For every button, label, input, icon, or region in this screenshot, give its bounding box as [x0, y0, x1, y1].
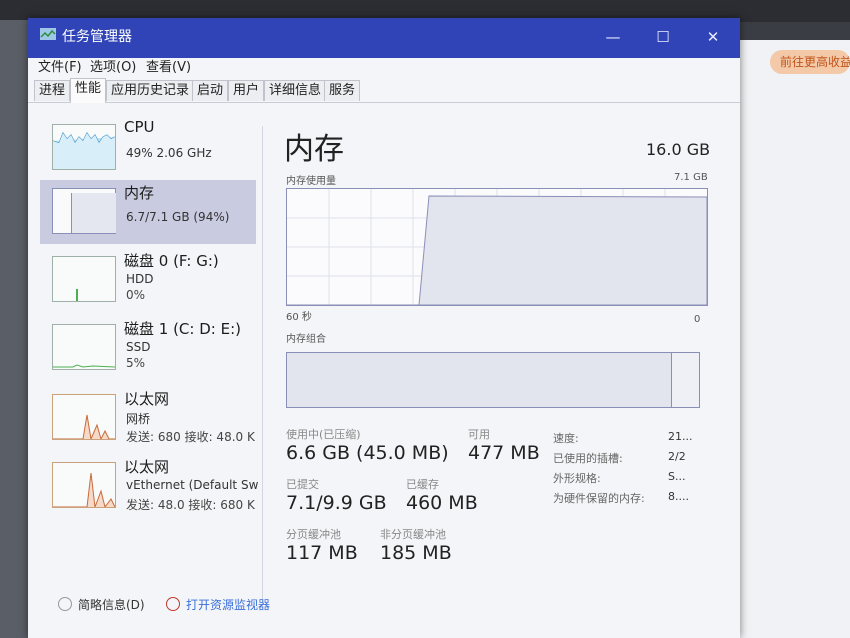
- sidebar-item-label: 以太网: [124, 390, 170, 408]
- background-app-panel: [730, 40, 850, 638]
- disk0-thumbnail-graph: [52, 256, 116, 302]
- sidebar-item-disk1[interactable]: 磁盘 1 (C: D: E:) SSD 5%: [40, 316, 256, 380]
- ethernet-thumbnail-graph: [52, 462, 116, 508]
- total-memory: 16.0 GB: [646, 140, 711, 159]
- slots-used-value: 2/2: [668, 450, 686, 463]
- paged-pool-label: 分页缓冲池: [286, 528, 341, 541]
- tab-users[interactable]: 用户: [228, 80, 265, 101]
- in-use-label: 使用中(已压缩): [286, 428, 361, 441]
- sidebar-item-sub: HDD: [126, 272, 154, 286]
- memory-thumbnail-graph: [52, 188, 116, 234]
- sidebar-item-memory[interactable]: 内存 6.7/7.1 GB (94%): [40, 180, 256, 244]
- nonpaged-pool-label: 非分页缓冲池: [380, 528, 446, 541]
- sidebar-item-sub2: 5%: [126, 356, 146, 370]
- sidebar-item-cpu[interactable]: CPU 49% 2.06 GHz: [40, 116, 256, 180]
- tab-services[interactable]: 服务: [324, 80, 361, 101]
- minimize-button[interactable]: —: [590, 22, 636, 52]
- nonpaged-pool-value: 185 MB: [380, 542, 452, 564]
- committed-label: 已提交: [286, 478, 319, 491]
- sidebar-item-sub: SSD: [126, 340, 151, 354]
- sidebar-item-ethernet-bridge[interactable]: 以太网 网桥 发送: 680 接收: 48.0 K: [40, 386, 256, 450]
- sidebar-item-sub: 49% 2.06 GHz: [126, 146, 212, 160]
- title-bar[interactable]: 任务管理器 — ☐ ✕: [28, 18, 740, 58]
- in-use-value: 6.6 GB (45.0 MB): [286, 442, 449, 464]
- sidebar-item-sub: 6.7/7.1 GB (94%): [126, 210, 230, 224]
- axis-right-label: 0: [694, 314, 701, 325]
- tab-performance[interactable]: 性能: [70, 78, 107, 103]
- open-resource-monitor-label: 打开资源监视器: [186, 598, 271, 612]
- sidebar-item-sub2: 0%: [126, 288, 146, 302]
- chevron-up-icon: [58, 597, 72, 611]
- fewer-details-button[interactable]: 简略信息(D): [58, 596, 145, 613]
- resource-monitor-icon: [166, 597, 180, 611]
- tab-bar: 进程 性能 应用历史记录 启动 用户 详细信息 服务: [28, 78, 740, 103]
- menu-options[interactable]: 选项(O): [90, 56, 136, 75]
- hardware-reserved-label: 为硬件保留的内存:: [553, 492, 645, 505]
- disk1-thumbnail-graph: [52, 324, 116, 370]
- axis-left-label: 60 秒: [286, 312, 312, 323]
- sidebar-item-disk0[interactable]: 磁盘 0 (F: G:) HDD 0%: [40, 248, 256, 312]
- tab-processes[interactable]: 进程: [34, 80, 71, 101]
- sidebar-item-label: 以太网: [124, 458, 170, 476]
- task-manager-window: 任务管理器 — ☐ ✕ 文件(F) 选项(O) 查看(V) 进程 性能 应用历史…: [28, 18, 740, 638]
- available-value: 477 MB: [468, 442, 540, 464]
- background-promo-button[interactable]: 前往更高收益: [770, 50, 850, 74]
- composition-label: 内存组合: [286, 334, 326, 345]
- slots-used-label: 已使用的插槽:: [553, 452, 623, 465]
- ethernet-thumbnail-graph: [52, 394, 116, 440]
- menu-bar: 文件(F) 选项(O) 查看(V): [28, 58, 740, 78]
- form-factor-value: S...: [668, 470, 686, 483]
- task-manager-app-icon: [40, 28, 56, 40]
- sidebar-item-label: 磁盘 1 (C: D: E:): [124, 320, 241, 338]
- sidebar-item-sub: 网桥: [126, 412, 151, 426]
- page-title: 内存: [284, 132, 344, 167]
- menu-file[interactable]: 文件(F): [38, 56, 82, 75]
- composition-in-use-segment: [287, 353, 672, 407]
- sidebar-item-sub2: 发送: 680 接收: 48.0 K: [126, 430, 255, 444]
- maximize-button[interactable]: ☐: [640, 22, 686, 52]
- committed-value: 7.1/9.9 GB: [286, 492, 387, 514]
- close-button[interactable]: ✕: [690, 22, 736, 52]
- tab-startup[interactable]: 启动: [192, 80, 229, 101]
- paged-pool-value: 117 MB: [286, 542, 358, 564]
- tab-app-history[interactable]: 应用历史记录: [106, 80, 195, 101]
- open-resource-monitor-link[interactable]: 打开资源监视器: [166, 596, 270, 613]
- available-label: 可用: [468, 428, 490, 441]
- usage-graph-max: 7.1 GB: [674, 172, 708, 183]
- form-factor-label: 外形规格:: [553, 472, 601, 485]
- speed-label: 速度:: [553, 432, 579, 445]
- menu-view[interactable]: 查看(V): [146, 56, 191, 75]
- sidebar-item-label: 磁盘 0 (F: G:): [124, 252, 219, 270]
- sidebar-item-label: CPU: [124, 118, 155, 136]
- memory-usage-graph: [286, 188, 708, 306]
- speed-value: 21...: [668, 430, 693, 443]
- sidebar-item-sub2: 发送: 48.0 接收: 680 K: [126, 498, 255, 512]
- hardware-reserved-value: 8....: [668, 490, 689, 503]
- sidebar-item-label: 内存: [124, 184, 155, 202]
- fewer-details-label: 简略信息(D): [78, 598, 145, 612]
- sidebar-item-ethernet-vethernet[interactable]: 以太网 vEthernet (Default Sw 发送: 48.0 接收: 6…: [40, 454, 259, 518]
- usage-graph-label: 内存使用量: [286, 176, 336, 187]
- cpu-thumbnail-graph: [52, 124, 116, 170]
- cached-label: 已缓存: [406, 478, 439, 491]
- panel-divider: [262, 126, 263, 606]
- window-title: 任务管理器: [62, 29, 132, 45]
- cached-value: 460 MB: [406, 492, 478, 514]
- tab-details[interactable]: 详细信息: [264, 80, 327, 101]
- sidebar-item-sub: vEthernet (Default Sw: [126, 478, 259, 492]
- memory-composition-bar: [286, 352, 700, 408]
